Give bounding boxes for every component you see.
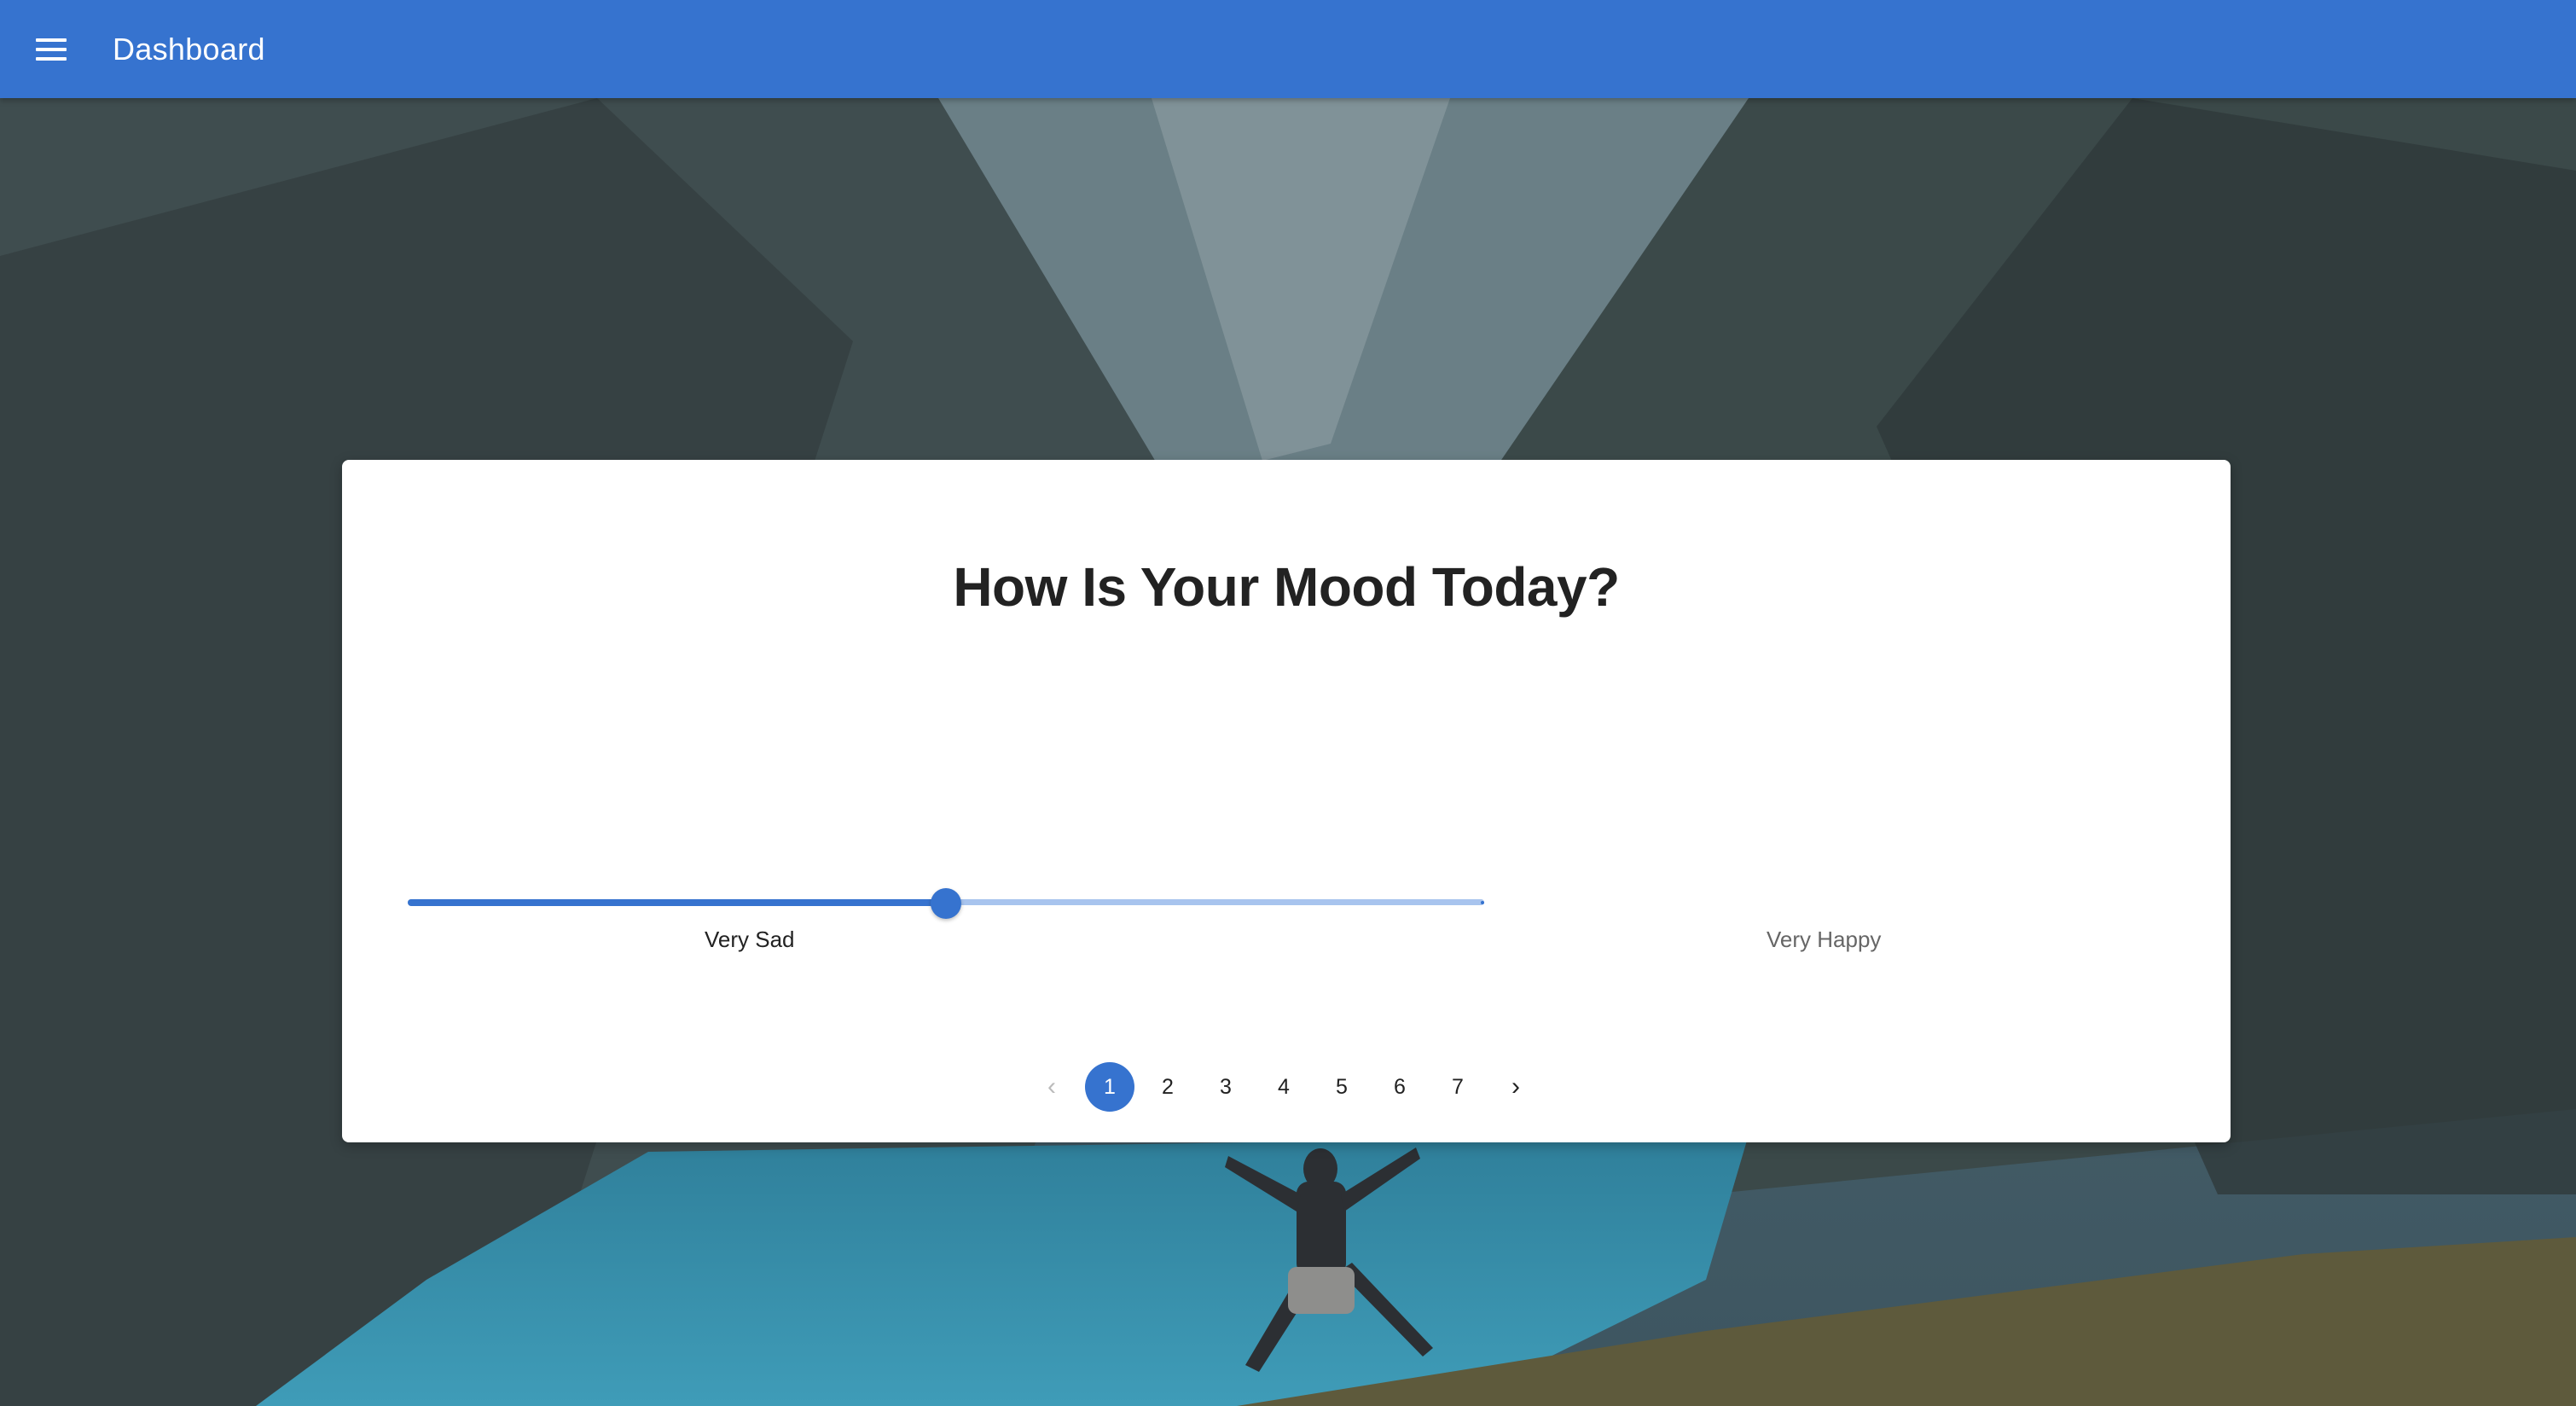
app-title: Dashboard — [113, 31, 265, 67]
page-title: How Is Your Mood Today? — [953, 556, 1620, 618]
page-button-6[interactable]: 6 — [1375, 1062, 1424, 1112]
slider-end-mark — [1481, 901, 1484, 904]
page-button-2[interactable]: 2 — [1143, 1062, 1192, 1112]
mood-card: How Is Your Mood Today? — [342, 460, 2231, 1142]
slider-thumb[interactable] — [931, 888, 961, 919]
prev-page-button[interactable]: ‹ — [1027, 1062, 1076, 1112]
page-button-1[interactable]: 1 — [1085, 1062, 1134, 1112]
menu-icon — [36, 38, 67, 61]
max-mood-label: Very Happy — [1767, 927, 1882, 952]
menu-button[interactable] — [17, 15, 85, 84]
slider-track — [408, 899, 946, 906]
page-button-7[interactable]: 7 — [1433, 1062, 1482, 1112]
page-button-4[interactable]: 4 — [1259, 1062, 1308, 1112]
min-mood-label: Very Sad — [705, 927, 795, 952]
page-button-3[interactable]: 3 — [1201, 1062, 1250, 1112]
pagination: ‹ 1 2 3 4 5 6 7 › — [1027, 1062, 1549, 1112]
app-bar: Dashboard — [0, 0, 2576, 98]
chevron-right-icon: › — [1511, 1072, 1520, 1101]
page-button-5[interactable]: 5 — [1317, 1062, 1366, 1112]
next-page-button[interactable]: › — [1491, 1062, 1540, 1112]
chevron-left-icon: ‹ — [1047, 1072, 1056, 1101]
mood-slider[interactable] — [408, 886, 1484, 920]
